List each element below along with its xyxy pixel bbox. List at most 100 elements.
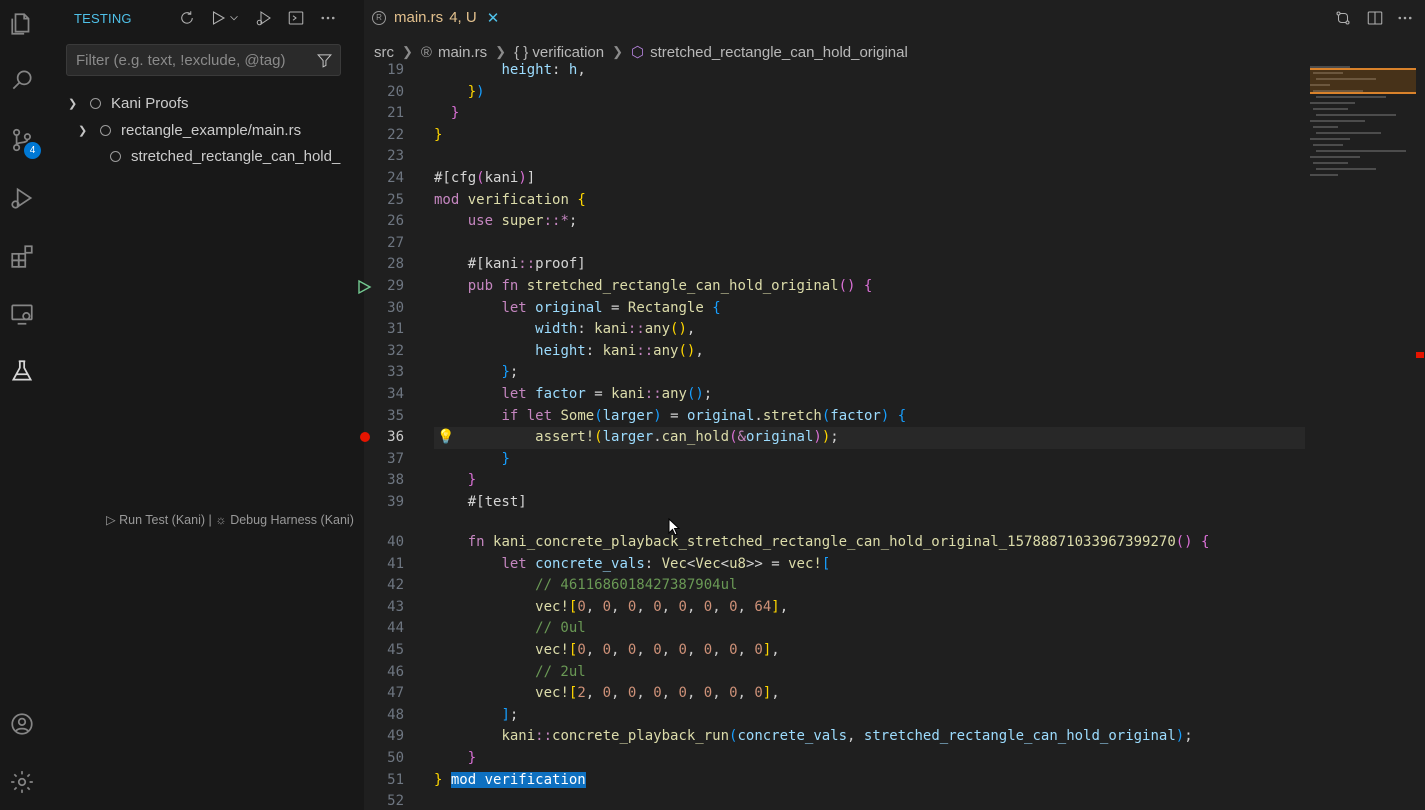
tree-item-label: rectangle_example/main.rs [121,121,302,139]
tree-item-harness[interactable]: stretched_rectangle_can_hold_ [110,144,356,168]
line-number: 20 [387,83,404,100]
search-icon[interactable] [6,64,38,96]
sidebar-title: TESTING [74,11,132,26]
line-number: 24 [387,170,404,186]
filter-icon[interactable] [316,52,333,69]
breadcrumb-module[interactable]: { } verification [514,44,604,61]
chevron-down-icon: ❯ [78,124,88,137]
line-number: 41 [387,555,404,572]
code-line: 51} mod verification [364,770,1425,792]
code-line: 35 if let Some(larger) = original.stretc… [364,406,1425,428]
more-actions-icon[interactable] [317,8,339,28]
code-line: 38 } [364,470,1425,492]
code-line: 37 } [364,449,1425,471]
code-line: 22} [364,125,1425,147]
more-actions-icon[interactable] [1394,8,1416,28]
minimap-line [1316,150,1406,152]
code-line: 28 #[kani::proof] [364,254,1425,276]
run-chevron-down-icon[interactable] [227,8,241,28]
breadcrumb-src[interactable]: src [374,44,394,61]
line-number: 35 [387,407,404,424]
code-line: 24 #[cfg(kani)] [364,168,1425,190]
line-number: 30 [387,299,404,316]
line-number: 37 [387,450,404,467]
codelens: ▷ Run Test (Kani) | ☼ Debug Harness (Kan… [106,512,354,527]
minimap-line [1310,102,1355,104]
activity-bar: 4 [0,0,44,810]
code-line: 39 #[test] [364,492,1425,514]
account-icon[interactable] [6,708,38,740]
code-line: 21 } [364,103,1425,125]
tab-main-rs[interactable]: R main.rs 4, U ✕ [364,0,514,35]
run-test-gutter-icon[interactable] [356,279,372,295]
line-number: 31 [387,321,404,338]
testing-icon[interactable] [6,355,38,387]
breadcrumb-symbol[interactable]: stretched_rectangle_can_hold_original [650,44,908,61]
comment: // 4611686018427387904ul [434,577,738,594]
lightbulb-icon[interactable]: 💡 [437,428,454,445]
chevron-right-icon: ❯ [402,44,413,59]
debug-tests-icon[interactable] [253,8,275,28]
open-changes-icon[interactable] [1332,8,1354,28]
mouse-cursor-icon [668,518,680,536]
run-tests-icon[interactable] [207,8,229,28]
minimap-line [1310,174,1338,176]
test-status-circle-icon [90,97,101,109]
close-tab-icon[interactable]: ✕ [487,9,500,27]
rust-file-icon: ® [420,43,432,61]
minimap-line [1313,162,1348,164]
test-filter-input[interactable]: Filter (e.g. text, !exclude, @tag) [66,44,341,76]
refresh-tests-icon[interactable] [176,8,198,28]
line-number: 48 [387,706,404,723]
code-line: 23 [364,146,1425,168]
line-number: 51 [387,771,404,788]
code-line: 34 let factor = kani::any(); [364,384,1425,406]
minimap-line [1316,132,1381,134]
settings-gear-icon[interactable] [6,766,38,798]
codelens-separator: | [208,513,212,527]
line-number: 26 [387,213,404,230]
breadcrumb-file[interactable]: main.rs [438,44,487,61]
testing-sidebar: TESTING Filter (e.g. text, !exclude, @ta… [44,0,364,810]
line-number: 50 [387,750,404,766]
code-line: 42 // 4611686018427387904ul [364,575,1425,597]
extensions-icon[interactable] [6,240,38,272]
code-line: 48 ]; [364,705,1425,727]
breakpoint-icon[interactable] [360,432,370,442]
minimap-line [1313,108,1348,110]
code-line: 47 vec![2, 0, 0, 0, 0, 0, 0, 0], [364,683,1425,705]
comment: // 0ul [434,620,586,637]
code-line: 41 let concrete_vals: Vec<Vec<u8>> = vec… [364,554,1425,576]
run-debug-icon[interactable] [6,182,38,214]
chevron-right-icon: ❯ [612,44,624,59]
split-editor-icon[interactable] [1364,8,1386,28]
line-number: 36 [387,429,404,446]
code-line: 49 kani::concrete_playback_run(concrete_… [364,726,1425,748]
code-line: 44 // 0ul [364,618,1425,640]
line-number: 40 [387,534,404,550]
tree-item-main-rs[interactable]: ❯ rectangle_example/main.rs [78,118,358,142]
line-number: 42 [387,577,404,594]
show-output-icon[interactable] [285,8,307,28]
code-line: 31 width: kani::any(), [364,319,1425,341]
highlighted-text: mod verification [450,771,586,788]
line-number: 19 [387,62,404,78]
breadcrumb: src ❯ ® main.rs ❯ { } verification ❯ ⬡ s… [374,42,908,62]
tree-item-label: Kani Proofs [111,94,189,112]
source-control-badge: 4 [24,142,41,159]
run-test-link[interactable]: Run Test (Kani) [119,513,205,527]
error-marker [1416,352,1424,358]
minimap-line [1313,144,1343,146]
chevron-down-icon: ❯ [68,97,78,110]
tree-item-label: stretched_rectangle_can_hold_ [131,147,341,165]
debug-harness-link[interactable]: Debug Harness (Kani) [230,513,354,527]
symbol-cube-icon: ⬡ [631,44,645,61]
filter-placeholder: Filter (e.g. text, !exclude, @tag) [76,52,286,69]
code-line: 52 [364,791,1425,810]
test-status-circle-icon [100,124,111,136]
tree-item-kani-proofs[interactable]: ❯ Kani Proofs [68,91,358,115]
files-icon[interactable] [6,8,38,40]
minimap-slider[interactable] [1310,68,1416,94]
tab-status: 4, U [449,9,477,26]
remote-explorer-icon[interactable] [6,298,38,330]
